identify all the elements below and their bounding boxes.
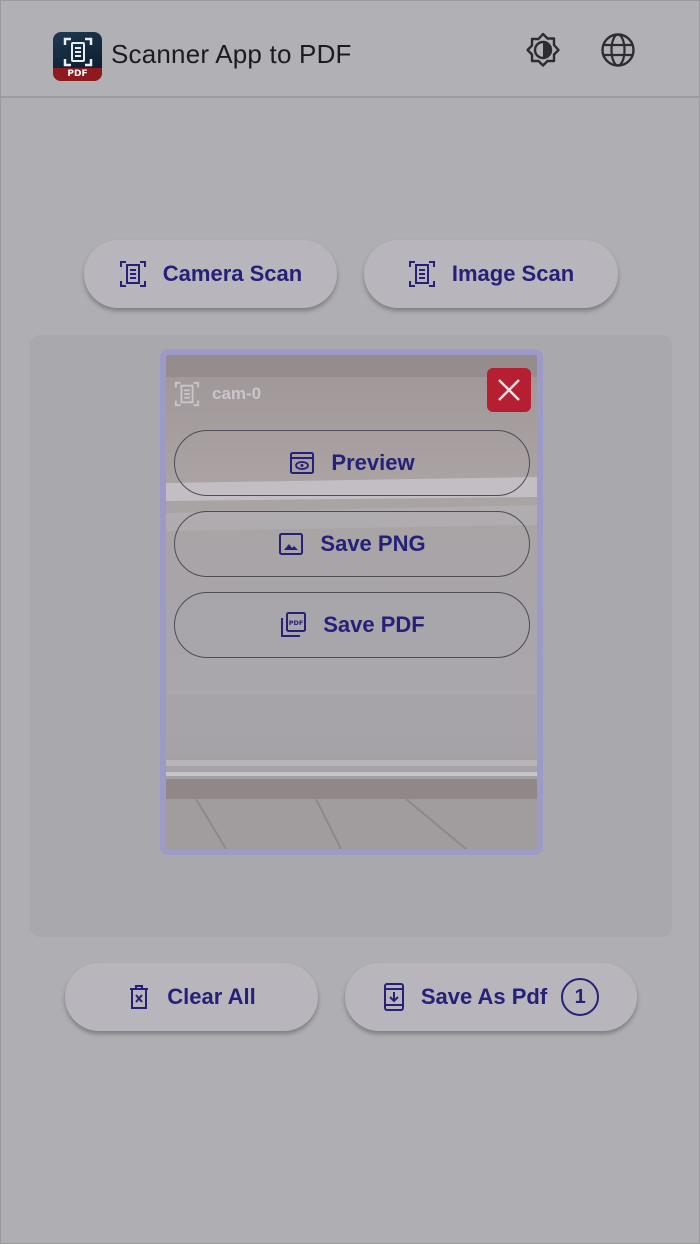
clear-all-button[interactable]: Clear All xyxy=(65,963,318,1031)
save-png-button[interactable]: Save PNG xyxy=(174,511,530,577)
preview-button[interactable]: Preview xyxy=(174,430,530,496)
delete-icon xyxy=(130,985,149,1009)
camera-scan-label: Camera Scan xyxy=(162,261,303,286)
image-icon xyxy=(279,533,304,555)
scan-name: cam-0 xyxy=(212,384,262,403)
preview-icon xyxy=(290,452,315,474)
scanner-icon xyxy=(63,37,93,67)
close-icon xyxy=(498,379,520,401)
app-logo: PDF xyxy=(53,32,102,81)
globe-icon[interactable] xyxy=(599,31,637,69)
save-pdf-button[interactable]: PDF Save PDF xyxy=(174,592,530,658)
clear-all-label: Clear All xyxy=(167,984,256,1009)
pdf-icon: PDF xyxy=(281,612,307,637)
remove-scan-button[interactable] xyxy=(487,368,531,412)
svg-text:PDF: PDF xyxy=(289,619,304,627)
document-scan-icon xyxy=(119,261,146,287)
logo-badge: PDF xyxy=(53,68,102,81)
save-as-pdf-label: Save As Pdf xyxy=(420,984,548,1009)
image-scan-label: Image Scan xyxy=(451,261,575,286)
preview-label: Preview xyxy=(331,450,415,475)
phone-download-icon xyxy=(383,983,404,1011)
camera-scan-button[interactable]: Camera Scan xyxy=(84,240,337,308)
save-as-pdf-button[interactable]: Save As Pdf 1 xyxy=(345,963,637,1031)
image-scan-button[interactable]: Image Scan xyxy=(364,240,618,308)
document-scan-icon xyxy=(174,381,200,407)
scan-card: cam-0 Preview Save PNG PDF Save PDF xyxy=(160,349,543,855)
brightness-icon[interactable] xyxy=(524,31,562,69)
app-bar: PDF Scanner App to PDF xyxy=(1,1,699,98)
scan-card-label: cam-0 xyxy=(174,381,261,407)
save-png-label: Save PNG xyxy=(320,531,426,556)
scan-count-badge: 1 xyxy=(561,978,600,1016)
document-scan-icon xyxy=(408,261,435,287)
save-pdf-label: Save PDF xyxy=(323,612,425,637)
app-title: Scanner App to PDF xyxy=(111,39,352,69)
